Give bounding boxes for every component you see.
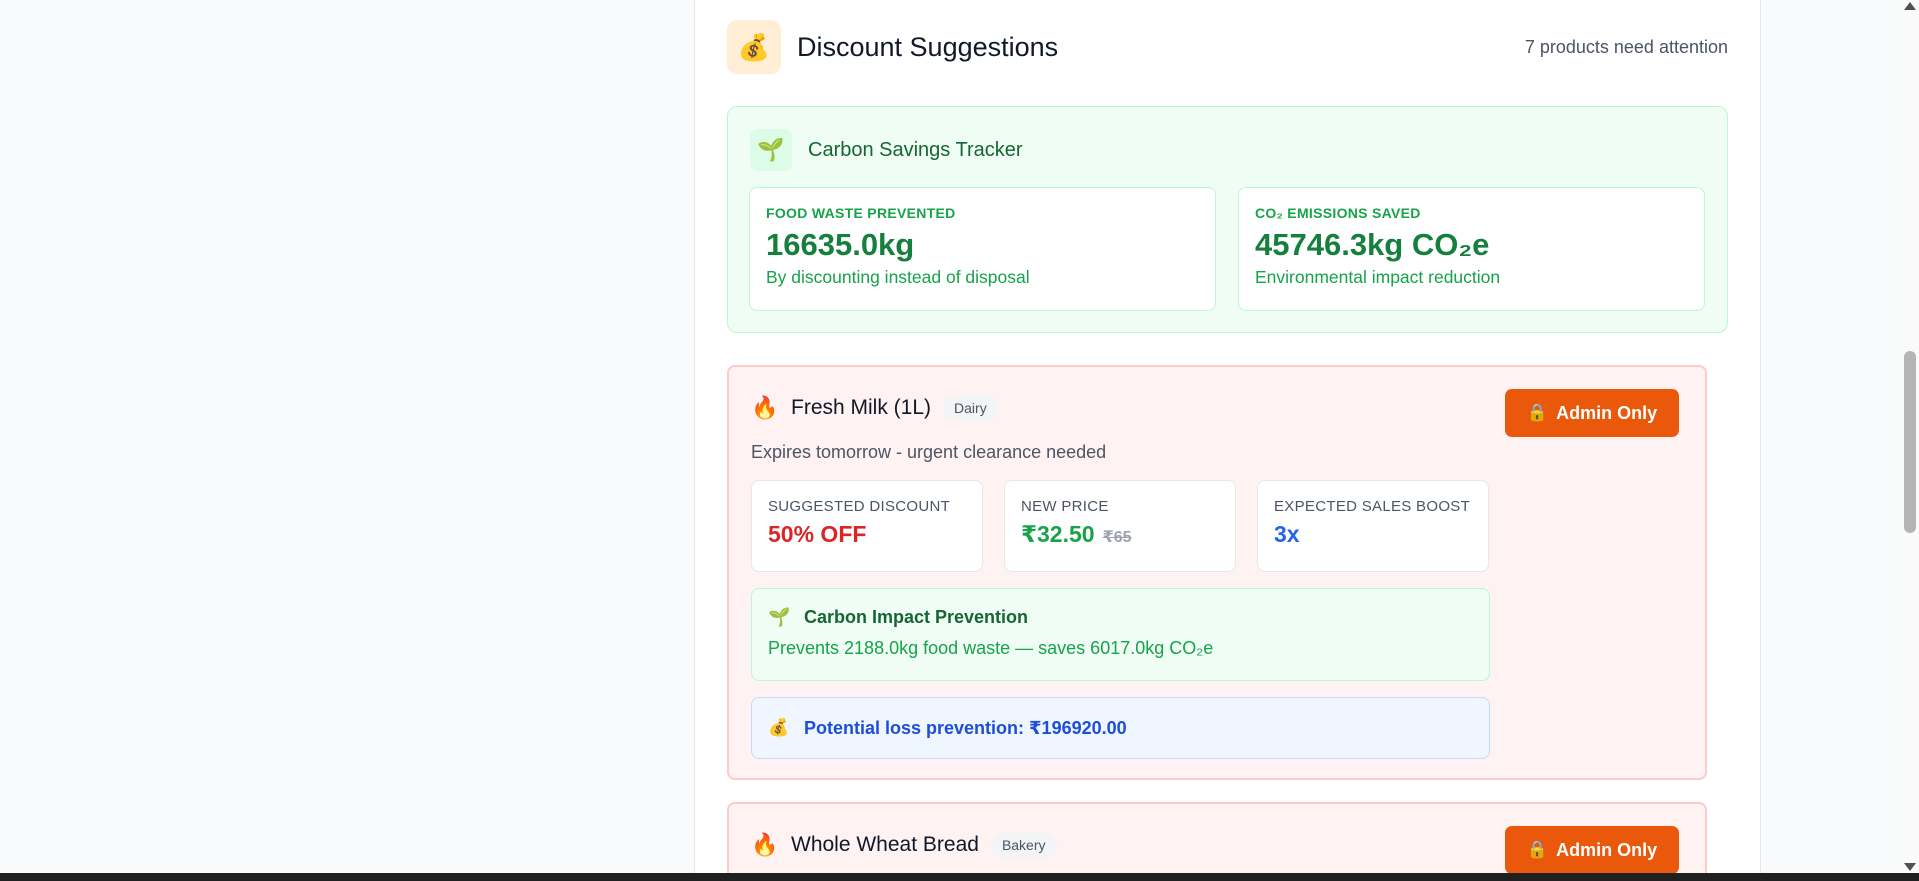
product-name: Fresh Milk (1L) bbox=[791, 396, 932, 419]
sales-boost-card: EXPECTED SALES BOOST 3x bbox=[1257, 480, 1489, 572]
price-value: ₹32.50 ₹65 bbox=[1021, 521, 1219, 548]
lock-icon: 🔒 bbox=[1526, 840, 1549, 859]
impact-header: 🌱 Carbon Impact Prevention bbox=[768, 607, 1473, 628]
food-waste-note: By discounting instead of disposal bbox=[766, 267, 1030, 287]
product-card: 🔥 Fresh Milk (1L) Dairy 🔒 Admin Only Exp… bbox=[727, 365, 1707, 780]
category-badge: Bakery bbox=[990, 832, 1057, 858]
discount-suggestions-panel: 💰 Discount Suggestions 7 products need a… bbox=[694, 0, 1761, 873]
boost-label: EXPECTED SALES BOOST bbox=[1274, 498, 1471, 515]
co2-note: Environmental impact reduction bbox=[1255, 267, 1501, 287]
discount-value: 50% OFF bbox=[768, 521, 867, 547]
money-bag-icon: 💰 bbox=[768, 718, 790, 737]
fire-icon: 🔥 bbox=[751, 832, 779, 857]
money-bag-icon: 💰 bbox=[727, 20, 781, 74]
product-name: Whole Wheat Bread bbox=[791, 833, 979, 856]
new-price-card: NEW PRICE ₹32.50 ₹65 bbox=[1004, 480, 1236, 572]
product-card: 🔥 Whole Wheat Bread Bakery 🔒 Admin Only bbox=[727, 802, 1707, 873]
product-header: 🔥 Fresh Milk (1L) Dairy bbox=[751, 395, 998, 421]
food-waste-card: FOOD WASTE PREVENTED 16635.0kg By discou… bbox=[749, 187, 1216, 311]
carbon-savings-tracker: 🌱 Carbon Savings Tracker FOOD WASTE PREV… bbox=[727, 106, 1728, 333]
scrollbar-thumb[interactable] bbox=[1904, 351, 1916, 533]
impact-title: Carbon Impact Prevention bbox=[804, 607, 1029, 627]
panel-header: 💰 Discount Suggestions 7 products need a… bbox=[727, 20, 1728, 74]
admin-only-label: Admin Only bbox=[1556, 839, 1658, 860]
tracker-title: Carbon Savings Tracker bbox=[808, 138, 1023, 161]
discount-label: SUGGESTED DISCOUNT bbox=[768, 498, 951, 515]
co2-value: 45746.3kg CO₂e bbox=[1255, 227, 1490, 262]
scroll-up-arrow-icon[interactable] bbox=[1904, 2, 1916, 10]
lock-icon: 🔒 bbox=[1526, 403, 1549, 422]
loss-prevention-text: Potential loss prevention: ₹196920.00 bbox=[804, 717, 1127, 738]
admin-only-label: Admin Only bbox=[1556, 402, 1658, 423]
suggestion-list[interactable]: 🔥 Fresh Milk (1L) Dairy 🔒 Admin Only Exp… bbox=[727, 365, 1728, 873]
tracker-header: 🌱 Carbon Savings Tracker bbox=[750, 129, 1023, 171]
category-badge: Dairy bbox=[943, 395, 998, 421]
product-header: 🔥 Whole Wheat Bread Bakery bbox=[751, 832, 1057, 858]
fire-icon: 🔥 bbox=[751, 395, 779, 420]
seedling-icon: 🌱 bbox=[750, 129, 792, 171]
boost-value: 3x bbox=[1274, 521, 1300, 547]
window-bottom-edge bbox=[0, 873, 1919, 881]
new-price: ₹32.50 bbox=[1021, 521, 1095, 547]
product-description: Expires tomorrow - urgent clearance need… bbox=[751, 442, 1107, 462]
price-label: NEW PRICE bbox=[1021, 498, 1109, 515]
old-price: ₹65 bbox=[1102, 529, 1132, 546]
co2-label: CO₂ EMISSIONS SAVED bbox=[1255, 205, 1421, 221]
seedling-icon: 🌱 bbox=[768, 607, 791, 627]
admin-only-button[interactable]: 🔒 Admin Only bbox=[1505, 826, 1679, 873]
page-title: Discount Suggestions bbox=[797, 31, 1059, 62]
admin-only-button[interactable]: 🔒 Admin Only bbox=[1505, 389, 1679, 437]
page-scrollbar[interactable] bbox=[1901, 0, 1919, 873]
scroll-down-arrow-icon[interactable] bbox=[1904, 863, 1916, 871]
suggested-discount-card: SUGGESTED DISCOUNT 50% OFF bbox=[751, 480, 983, 572]
attention-count: 7 products need attention bbox=[1524, 36, 1728, 57]
co2-saved-card: CO₂ EMISSIONS SAVED 45746.3kg CO₂e Envir… bbox=[1238, 187, 1705, 311]
food-waste-value: 16635.0kg bbox=[766, 227, 915, 262]
impact-text: Prevents 2188.0kg food waste — saves 601… bbox=[768, 638, 1214, 658]
carbon-impact-box: 🌱 Carbon Impact Prevention Prevents 2188… bbox=[751, 588, 1490, 681]
loss-prevention-box: 💰 Potential loss prevention: ₹196920.00 bbox=[751, 697, 1490, 759]
food-waste-label: FOOD WASTE PREVENTED bbox=[766, 205, 956, 221]
